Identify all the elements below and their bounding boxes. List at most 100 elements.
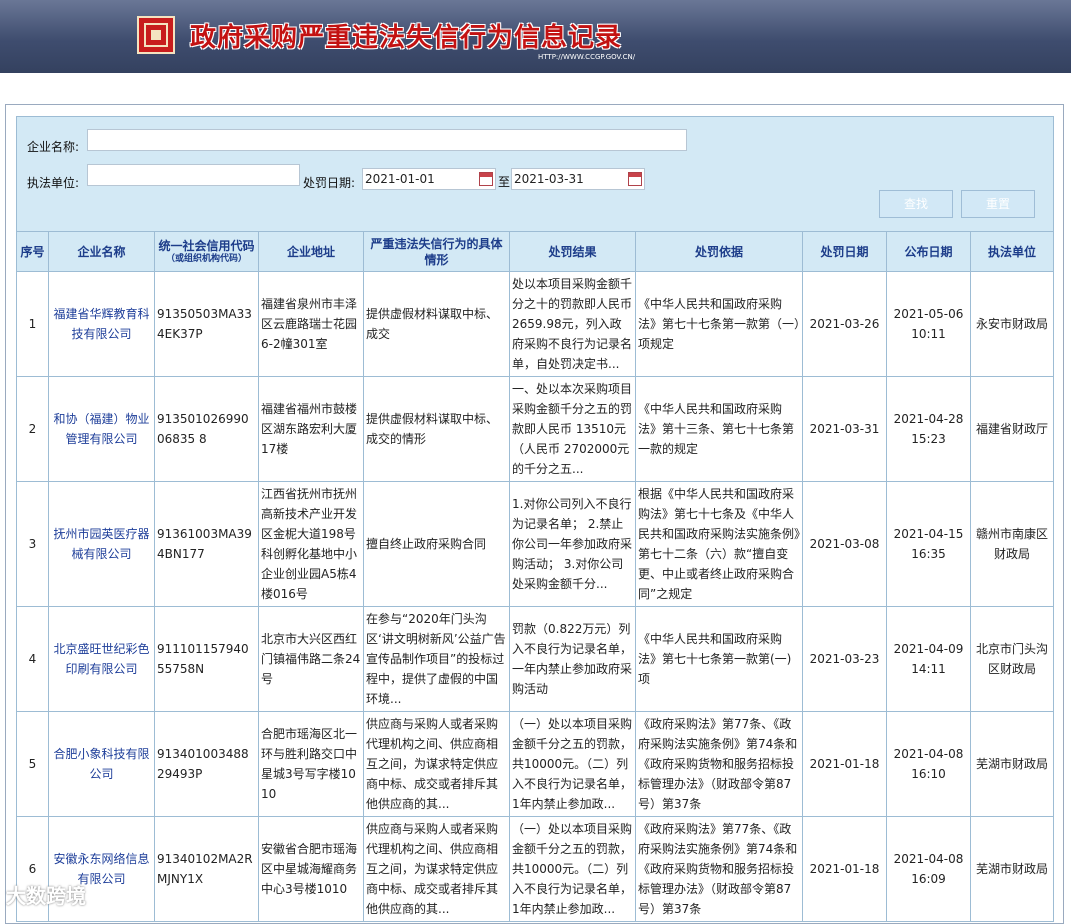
row-address: 福建省福州市鼓楼区湖东路宏利大厦17楼 [258,376,364,482]
row-address: 安徽省合肥市瑶海区中星城海耀商务中心3号楼1010 [258,816,364,922]
date-to-value: 2021-03-31 [514,172,584,186]
row-behavior: 提供虚假材料谋取中标、成交 [363,271,510,377]
row-index: 4 [16,606,49,712]
date-from-input[interactable]: 2021-01-01 [362,168,496,190]
row-unit: 永安市财政局 [970,271,1054,377]
col-index: 序号 [16,231,49,272]
row-credit-code: 91110115794055758N [154,606,259,712]
site-banner: 政府采购严重违法失信行为信息记录 HTTP://WWW.CCGP.GOV.CN/ [0,0,1071,73]
col-address: 企业地址 [258,231,364,272]
row-unit: 赣州市南康区财政局 [970,481,1054,607]
row-behavior: 擅自终止政府采购合同 [363,481,510,607]
site-title: 政府采购严重违法失信行为信息记录 [190,23,623,53]
row-basis: 根据《中华人民共和国政府采购法》第七十七条及《中华人民共和国政府采购法实施条例》… [635,481,803,607]
table-header-row: 序号 企业名称 统一社会信用代码 （或组织机构代码） 企业地址 严重违法失信行为… [16,231,1054,272]
row-result: （一）处以本项目采购金额千分之五的罚款，共10000元。（二）列入不良行为记录名… [509,816,636,922]
row-penalty-date: 2021-03-08 [802,481,887,607]
row-company-link[interactable]: 北京盛旺世纪彩色印刷有限公司 [48,606,155,712]
row-company-link[interactable]: 和协（福建）物业管理有限公司 [48,376,155,482]
site-url: HTTP://WWW.CCGP.GOV.CN/ [538,53,636,61]
date-to-input[interactable]: 2021-03-31 [511,168,645,190]
row-result-text: 处以本项目采购金额千分之十的罚款即人民币2659.98元，列入政府采购不良行为记… [512,277,633,371]
col-unit: 执法单位 [970,231,1054,272]
calendar-icon[interactable] [479,172,493,186]
table-row: 6 安徽永东网络信息有限公司 91340102MA2RMJNY1X 安徽省合肥市… [16,816,1054,922]
row-behavior-text: 供应商与采购人或者采购代理机构之间、供应商相互之间，为谋求特定供应商中标、成交或… [366,717,499,811]
col-basis: 处罚依据 [635,231,803,272]
table-row: 5 合肥小象科技有限公司 91340100348829493P 合肥市瑶海区北一… [16,711,1054,817]
calendar-icon[interactable] [628,172,642,186]
row-behavior: 供应商与采购人或者采购代理机构之间、供应商相互之间，为谋求特定供应商中标、成交或… [363,711,510,817]
row-publish-date: 2021-04-08 16:10 [886,711,971,817]
row-address: 合肥市瑶海区北一环与胜利路交口中星城3号写字楼1010 [258,711,364,817]
row-credit-code: 91340102MA2RMJNY1X [154,816,259,922]
row-publish-date: 2021-04-28 15:23 [886,376,971,482]
row-publish-date: 2021-04-15 16:35 [886,481,971,607]
row-address: 江西省抚州市抚州高新技术产业开发区金柅大道198号科创孵化基地中小企业创业园A5… [258,481,364,607]
row-penalty-date: 2021-03-31 [802,376,887,482]
date-separator: 至 [498,175,511,189]
date-label: 处罚日期: [303,176,356,190]
watermark: 大数跨境 [6,884,86,908]
row-basis: 《中华人民共和国政府采购法》第七十七条第一款第(一)项 [635,606,803,712]
row-unit: 北京市门头沟区财政局 [970,606,1054,712]
col-company: 企业名称 [48,231,155,272]
row-result-text: 一、处以本次采购项目采购金额千分之五的罚款即人民币 13510元（人民币 270… [512,382,633,476]
emblem-logo [137,16,175,54]
row-penalty-date: 2021-01-18 [802,816,887,922]
row-result-text: 1.对你公司列入不良行为记录名单； 2.禁止你公司一年参加政府采购活动； 3.对… [512,497,633,591]
row-publish-date: 2021-04-09 14:11 [886,606,971,712]
row-company-link[interactable]: 福建省华辉教育科技有限公司 [48,271,155,377]
row-address: 福建省泉州市丰泽区云鹿路瑞士花园6-2幢301室 [258,271,364,377]
row-unit: 芜湖市财政局 [970,816,1054,922]
records-table: 序号 企业名称 统一社会信用代码 （或组织机构代码） 企业地址 严重违法失信行为… [16,231,1054,922]
row-credit-code: 91340100348829493P [154,711,259,817]
row-credit-code: 91361003MA394BN177 [154,481,259,607]
col-credit-code: 统一社会信用代码 （或组织机构代码） [154,231,259,272]
unit-input[interactable] [87,164,300,186]
company-input[interactable] [87,129,687,151]
row-result: （一）处以本项目采购金额千分之五的罚款，共10000元。（二）列入不良行为记录名… [509,711,636,817]
reset-button[interactable]: 重置 [961,190,1035,218]
col-publish-date: 公布日期 [886,231,971,272]
row-index: 2 [16,376,49,482]
row-behavior: 在参与“2020年门头沟区‘讲文明树新风’公益广告宣传品制作项目”的投标过程中，… [363,606,510,712]
col-credit-code-label: 统一社会信用代码 [158,239,255,253]
row-index: 1 [16,271,49,377]
table-row: 1 福建省华辉教育科技有限公司 91350503MA334EK37P 福建省泉州… [16,271,1054,377]
col-penalty-date: 处罚日期 [802,231,887,272]
col-behavior: 严重违法失信行为的具体情形 [363,231,510,272]
row-basis: 《政府采购法》第77条、《政府采购法实施条例》第74条和《政府采购货物和服务招标… [635,711,803,817]
search-button[interactable]: 查找 [879,190,953,218]
row-result: 一、处以本次采购项目采购金额千分之五的罚款即人民币 13510元（人民币 270… [509,376,636,482]
row-behavior-text: 在参与“2020年门头沟区‘讲文明树新风’公益广告宣传品制作项目”的投标过程中，… [366,612,506,706]
row-company-link[interactable]: 抚州市园英医疗器械有限公司 [48,481,155,607]
row-basis: 《中华人民共和国政府采购法》第七十七条第一款第（一）项规定 [635,271,803,377]
row-publish-date: 2021-04-08 16:09 [886,816,971,922]
row-basis: 《政府采购法》第77条、《政府采购法实施条例》第74条和《政府采购货物和服务招标… [635,816,803,922]
row-publish-date: 2021-05-06 10:11 [886,271,971,377]
row-result-text: （一）处以本项目采购金额千分之五的罚款，共10000元。（二）列入不良行为记录名… [512,822,633,916]
row-result-text: （一）处以本项目采购金额千分之五的罚款，共10000元。（二）列入不良行为记录名… [512,717,633,811]
row-behavior: 提供虚假材料谋取中标、成交的情形 [363,376,510,482]
table-row: 2 和协（福建）物业管理有限公司 91350102699006835 8 福建省… [16,376,1054,482]
row-behavior-text: 供应商与采购人或者采购代理机构之间、供应商相互之间，为谋求特定供应商中标、成交或… [366,822,499,916]
row-unit: 福建省财政厅 [970,376,1054,482]
table-row: 3 抚州市园英医疗器械有限公司 91361003MA394BN177 江西省抚州… [16,481,1054,607]
row-penalty-date: 2021-01-18 [802,711,887,817]
row-unit: 芜湖市财政局 [970,711,1054,817]
row-company-link[interactable]: 合肥小象科技有限公司 [48,711,155,817]
company-label: 企业名称: [27,140,80,154]
row-index: 5 [16,711,49,817]
row-penalty-date: 2021-03-23 [802,606,887,712]
row-behavior: 供应商与采购人或者采购代理机构之间、供应商相互之间，为谋求特定供应商中标、成交或… [363,816,510,922]
table-body: 1 福建省华辉教育科技有限公司 91350503MA334EK37P 福建省泉州… [16,271,1054,922]
row-result: 1.对你公司列入不良行为记录名单； 2.禁止你公司一年参加政府采购活动； 3.对… [509,481,636,607]
row-credit-code: 91350102699006835 8 [154,376,259,482]
date-from-value: 2021-01-01 [365,172,435,186]
row-index: 3 [16,481,49,607]
search-panel: 企业名称: 执法单位: 处罚日期: 2021-01-01 至 2021-03-3… [16,116,1054,232]
col-credit-code-sub: （或组织机构代码） [165,254,247,264]
row-penalty-date: 2021-03-26 [802,271,887,377]
row-result: 罚款（0.822万元）列入不良行为记录名单，一年内禁止参加政府采购活动 [509,606,636,712]
